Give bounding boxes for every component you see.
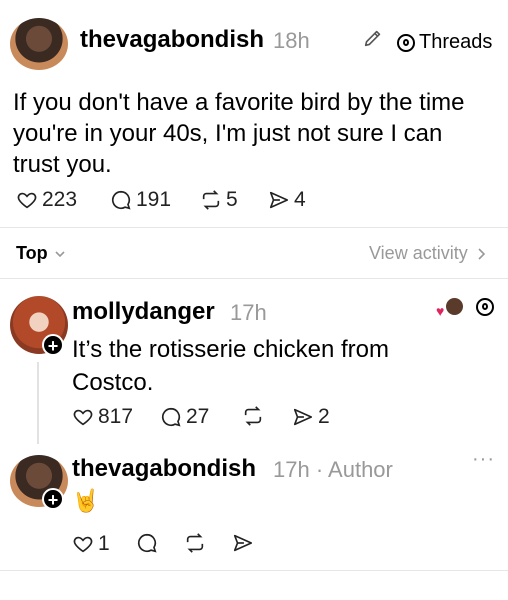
threads-logo-icon (476, 298, 494, 316)
threads-logo-icon (397, 33, 415, 52)
share-icon (269, 191, 289, 209)
reply2-like-count: 1 (98, 532, 110, 555)
reply1-time: 17h (230, 300, 267, 325)
post-share-button[interactable]: 4 (268, 188, 306, 212)
chevron-down-icon (55, 250, 65, 257)
edit-icon[interactable] (362, 27, 384, 54)
reply2-like-button[interactable]: 1 (72, 532, 110, 556)
sort-label: Top (16, 243, 48, 263)
more-options-icon[interactable]: ··· (472, 448, 495, 471)
post-time: 18h (273, 28, 310, 53)
repost-icon (186, 533, 204, 553)
divider (0, 227, 508, 228)
author-mini-avatar (446, 298, 463, 315)
reply2-meta: 17h · Author (273, 457, 393, 482)
reply1-like-count: 817 (98, 405, 134, 428)
post-text-line3: trust you. (13, 151, 112, 178)
post-text: If you don't have a favorite bird by the… (13, 87, 465, 180)
comment-icon (111, 190, 131, 210)
post-text-line1: If you don't have a favorite bird by the… (13, 89, 465, 116)
heart-filled-icon: ♥ (436, 303, 445, 319)
reply1-like-button[interactable]: 817 (72, 405, 133, 429)
post-like-button[interactable]: 223 (16, 188, 77, 212)
repost-icon (202, 190, 220, 210)
reply1-repost-button[interactable] (242, 405, 264, 427)
threads-label: Threads (419, 31, 493, 53)
post-text-line2: you're in your 40s, I'm just not sure I … (13, 120, 443, 147)
reply1-share-count: 2 (318, 405, 330, 428)
avatar-thevagabondish[interactable] (10, 18, 68, 70)
reply2-username[interactable]: thevagabondish (72, 455, 256, 483)
threads-badge[interactable]: Threads (397, 31, 492, 54)
reply2-emoji: 🤘 (72, 488, 100, 513)
heart-icon (17, 192, 37, 209)
reply1-text: It’s the rotisserie chicken from Costco. (72, 333, 389, 399)
post-repost-count: 5 (226, 188, 238, 211)
follow-button[interactable]: + (42, 334, 64, 356)
share-icon (233, 534, 253, 552)
liked-by-author-indicator: ♥ (436, 298, 464, 318)
follow-button[interactable]: + (42, 488, 64, 510)
repost-icon (244, 406, 262, 426)
reply1-text-line2: Costco. (72, 369, 154, 396)
share-icon (293, 408, 313, 426)
reply2-reply-button[interactable] (136, 532, 158, 554)
reply1-username[interactable]: mollydanger (72, 298, 215, 326)
reply2-share-button[interactable] (232, 532, 254, 554)
sort-dropdown[interactable]: Top (16, 243, 66, 264)
heart-icon (73, 536, 93, 553)
divider (0, 278, 508, 279)
divider (0, 570, 508, 571)
post-share-count: 4 (294, 188, 306, 211)
post-reply-button[interactable]: 191 (110, 188, 171, 212)
reply1-reply-button[interactable]: 27 (160, 405, 209, 429)
comment-icon (161, 407, 181, 427)
reply2-repost-button[interactable] (184, 532, 206, 554)
post-username[interactable]: thevagabondish (80, 26, 264, 54)
heart-icon (73, 409, 93, 426)
post-repost-button[interactable]: 5 (200, 188, 238, 212)
comment-icon (137, 533, 157, 553)
post-reply-count: 191 (136, 188, 172, 211)
thread-line (37, 362, 39, 444)
reply1-text-line1: It’s the rotisserie chicken from (72, 336, 390, 363)
view-activity-label: View activity (369, 243, 468, 263)
post-like-count: 223 (42, 188, 78, 211)
reply1-reply-count: 27 (186, 405, 210, 428)
reply1-share-button[interactable]: 2 (292, 405, 330, 429)
chevron-right-icon (478, 247, 485, 260)
view-activity-link[interactable]: View activity (369, 243, 486, 264)
